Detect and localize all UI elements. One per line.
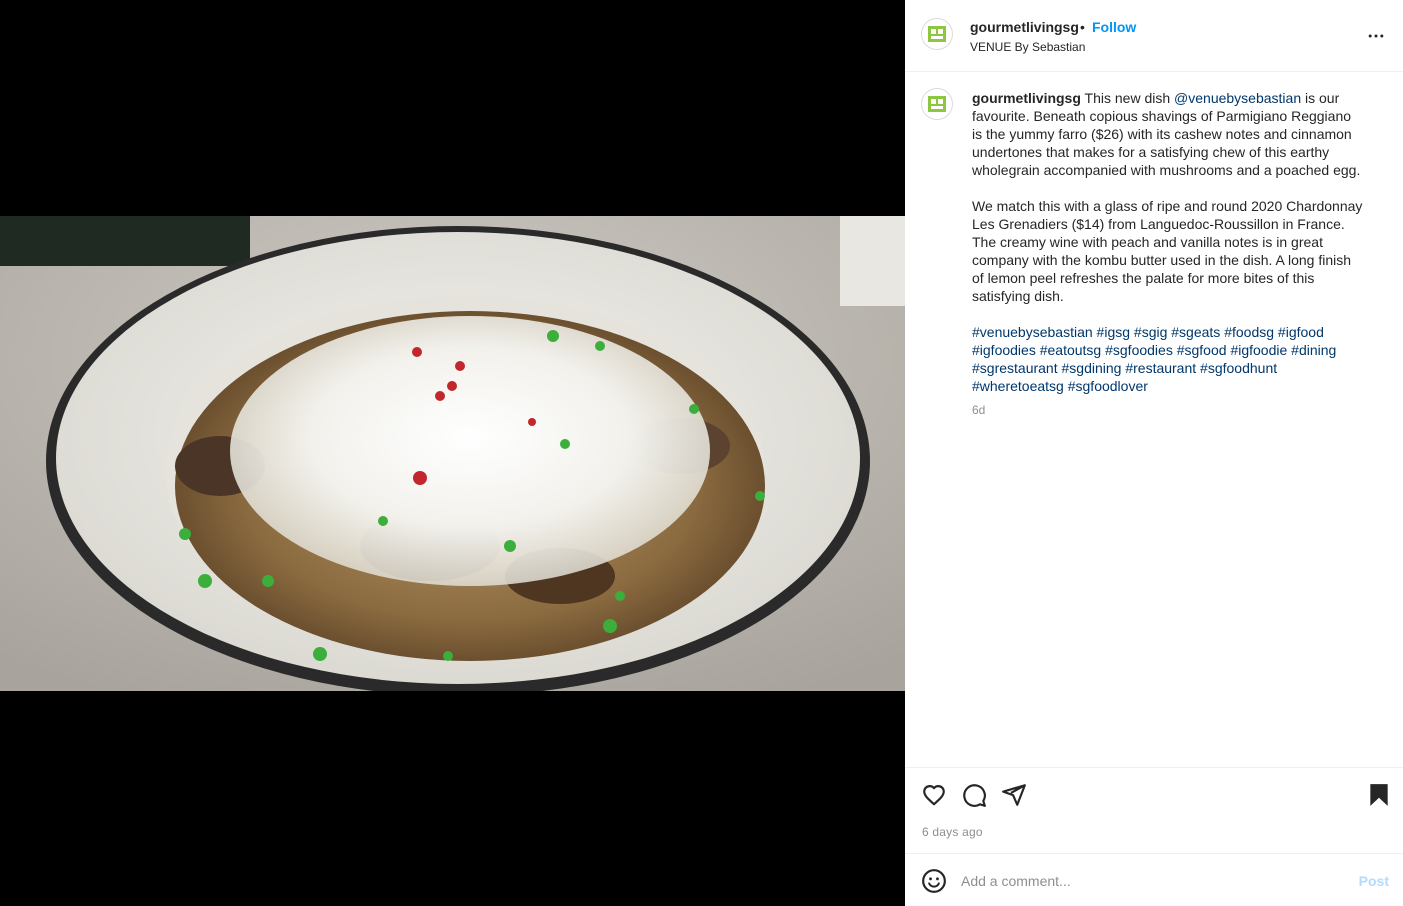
hashtag-link[interactable]: #sgfoodhunt bbox=[1200, 360, 1277, 376]
share-icon[interactable] bbox=[1001, 782, 1027, 808]
hashtag-link[interactable]: #wheretoeatsg bbox=[972, 378, 1064, 394]
hashtag-link[interactable]: #foodsg bbox=[1224, 324, 1274, 340]
caption-mention-link[interactable]: @venuebysebastian bbox=[1174, 90, 1301, 106]
post-timestamp[interactable]: 6 days ago bbox=[922, 825, 983, 839]
caption-text-before-mention: This new dish bbox=[1080, 90, 1175, 106]
hashtag-link[interactable]: #sgfood bbox=[1177, 342, 1227, 358]
hashtag-link[interactable]: #igfood bbox=[1278, 324, 1324, 340]
caption-section: gourmetlivingsg This new dish @venuebyse… bbox=[905, 72, 1403, 766]
caption-username[interactable]: gourmetlivingsg bbox=[972, 90, 1081, 106]
hashtag-link[interactable]: #restaurant bbox=[1125, 360, 1196, 376]
post-side-panel: gourmetlivingsg • Follow VENUE By Sebast… bbox=[905, 0, 1403, 906]
comment-bar: Post bbox=[905, 853, 1403, 906]
heart-icon[interactable] bbox=[921, 782, 947, 808]
caption-hashtags: #venuebysebastian #igsg #sgig #sgeats #f… bbox=[972, 323, 1364, 395]
dish-photo-image bbox=[0, 216, 905, 691]
comment-icon[interactable] bbox=[961, 782, 987, 808]
caption-avatar[interactable] bbox=[921, 88, 953, 120]
bookmark-icon[interactable] bbox=[1366, 782, 1392, 808]
post-location[interactable]: VENUE By Sebastian bbox=[970, 40, 1085, 54]
hashtag-link[interactable]: #sgfoodlover bbox=[1068, 378, 1148, 394]
hashtag-link[interactable]: #igsg bbox=[1097, 324, 1130, 340]
hashtag-link[interactable]: #sgeats bbox=[1171, 324, 1220, 340]
post-comment-button[interactable]: Post bbox=[1359, 873, 1389, 889]
hashtag-link[interactable]: #sgrestaurant bbox=[972, 360, 1058, 376]
post-photo[interactable] bbox=[0, 216, 905, 691]
caption-age[interactable]: 6d bbox=[972, 401, 1364, 419]
hashtag-link[interactable]: #sgig bbox=[1134, 324, 1167, 340]
post-header: gourmetlivingsg • Follow VENUE By Sebast… bbox=[905, 0, 1403, 72]
caption-paragraph-2: We match this with a glass of ripe and r… bbox=[972, 198, 1367, 304]
hashtag-link[interactable]: #igfoodies bbox=[972, 342, 1036, 358]
caption-text: gourmetlivingsg This new dish @venuebyse… bbox=[972, 89, 1364, 419]
hashtag-link[interactable]: #venuebysebastian bbox=[972, 324, 1093, 340]
post-actions-bar bbox=[905, 767, 1403, 820]
follow-button[interactable]: Follow bbox=[1092, 19, 1136, 35]
gourmet-living-logo-icon bbox=[928, 96, 946, 112]
comment-input[interactable] bbox=[961, 868, 1341, 894]
separator-dot: • bbox=[1080, 19, 1085, 35]
post-author-username[interactable]: gourmetlivingsg bbox=[970, 19, 1079, 35]
hashtag-link[interactable]: #sgfoodies bbox=[1105, 342, 1173, 358]
hashtag-link[interactable]: #eatoutsg bbox=[1040, 342, 1102, 358]
caption-paragraph-1: gourmetlivingsg This new dish @venuebyse… bbox=[972, 89, 1364, 179]
avatar[interactable] bbox=[921, 18, 953, 50]
post-media bbox=[0, 0, 905, 906]
hashtag-link[interactable]: #dining bbox=[1291, 342, 1336, 358]
hashtag-link[interactable]: #igfoodie bbox=[1230, 342, 1287, 358]
hashtag-link[interactable]: #sgdining bbox=[1062, 360, 1122, 376]
gourmet-living-logo-icon bbox=[928, 26, 946, 42]
more-horizontal-icon[interactable] bbox=[1365, 26, 1387, 46]
emoji-icon[interactable] bbox=[921, 868, 947, 894]
